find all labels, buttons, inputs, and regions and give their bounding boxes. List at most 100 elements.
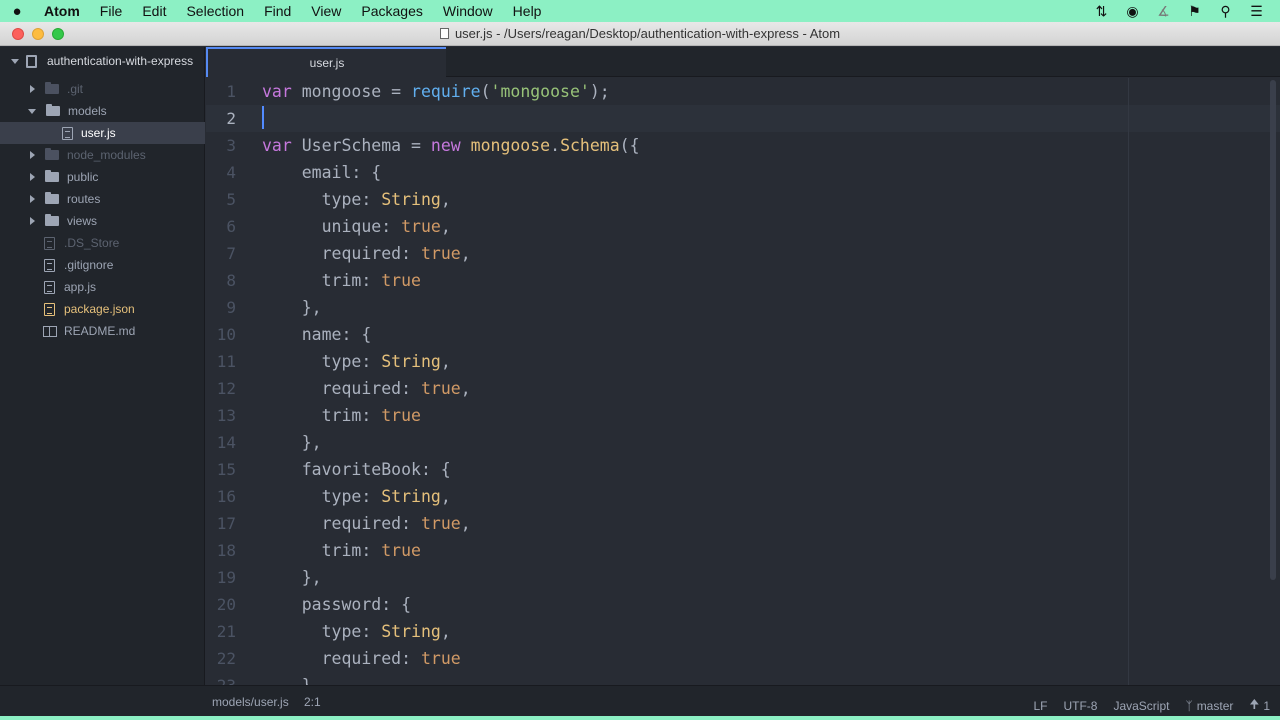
status-cursor-position[interactable]: 2:1	[304, 695, 321, 709]
tree-item-readme[interactable]: README.md	[0, 320, 205, 342]
text-cursor	[262, 106, 264, 129]
code-line[interactable]: email: {	[262, 159, 381, 186]
menu-edit[interactable]: Edit	[132, 0, 176, 22]
code-line[interactable]: },	[262, 429, 322, 456]
tree-item-label: .gitignore	[64, 258, 114, 272]
status-grammar[interactable]: JavaScript	[1113, 699, 1169, 713]
tree-item-package-json[interactable]: package.json	[0, 298, 205, 320]
menu-window[interactable]: Window	[433, 0, 503, 22]
chevron-down-icon[interactable]	[11, 58, 19, 64]
line-number: 23	[206, 672, 236, 685]
eye-icon[interactable]: ◉	[1117, 3, 1148, 20]
vertical-scrollbar[interactable]	[1270, 80, 1276, 580]
status-file-path[interactable]: models/user.js	[212, 695, 289, 709]
wrap-guide	[1128, 78, 1129, 685]
code-line[interactable]: trim: true	[262, 267, 421, 294]
status-push-count[interactable]: 1	[1263, 699, 1270, 713]
line-number: 6	[226, 217, 236, 236]
tree-item-git[interactable]: .git	[0, 78, 205, 100]
code-line[interactable]: var UserSchema = new mongoose.Schema({	[262, 132, 640, 159]
code-line[interactable]: required: true	[262, 645, 461, 672]
line-number: 5	[226, 190, 236, 209]
bluetooth-icon[interactable]: ∡	[1148, 3, 1179, 20]
tree-item-app-js[interactable]: app.js	[0, 276, 205, 298]
menu-file[interactable]: File	[90, 0, 133, 22]
line-number: 8	[226, 271, 236, 290]
status-line-ending[interactable]: LF	[1033, 699, 1047, 713]
tab-user-js[interactable]: user.js	[206, 47, 446, 77]
code-line[interactable]: }	[262, 672, 312, 685]
tree-item-node-modules[interactable]: node_modules	[0, 144, 205, 166]
menu-packages[interactable]: Packages	[351, 0, 432, 22]
tree-item-label: .git	[67, 82, 84, 96]
line-number: 22	[216, 649, 236, 668]
status-bar: models/user.js 2:1 LF UTF-8 JavaScript ᛉ…	[0, 685, 1280, 716]
code-line[interactable]: required: true,	[262, 510, 471, 537]
tree-item-public[interactable]: public	[0, 166, 205, 188]
tree-item-user-js[interactable]: user.js	[0, 122, 205, 144]
line-number: 15	[216, 460, 236, 479]
menu-find[interactable]: Find	[254, 0, 301, 22]
menu-bar: ● Atom File Edit Selection Find View Pac…	[0, 0, 1280, 22]
folder-icon	[46, 104, 60, 116]
chevron-right-icon[interactable]	[30, 195, 35, 203]
apple-menu-icon[interactable]: ●	[0, 3, 34, 20]
tree-item-views[interactable]: views	[0, 210, 205, 232]
flag-icon[interactable]: ⚑	[1179, 3, 1210, 20]
line-number: 4	[226, 163, 236, 182]
line-number: 12	[216, 379, 236, 398]
folder-icon	[45, 82, 59, 94]
code-line[interactable]: var mongoose = require('mongoose');	[262, 78, 610, 105]
tree-item-gitignore[interactable]: .gitignore	[0, 254, 205, 276]
chevron-right-icon[interactable]	[30, 173, 35, 181]
line-number: 2	[226, 109, 236, 128]
list-icon[interactable]: ☰	[1241, 3, 1272, 20]
tree-item-models[interactable]: models	[0, 100, 205, 122]
chevron-right-icon[interactable]	[30, 217, 35, 225]
branch-icon: ᛉ	[1185, 698, 1193, 713]
menu-selection[interactable]: Selection	[176, 0, 254, 22]
code-line[interactable]: favoriteBook: {	[262, 456, 451, 483]
sync-icon[interactable]: ⇅	[1086, 3, 1117, 20]
code-line[interactable]: trim: true	[262, 402, 421, 429]
code-line[interactable]: unique: true,	[262, 213, 451, 240]
line-number: 1	[226, 82, 236, 101]
code-line[interactable]: type: String,	[262, 348, 451, 375]
document-icon	[439, 28, 449, 39]
code-line[interactable]: type: String,	[262, 186, 451, 213]
tree-root-label: authentication-with-express	[47, 54, 194, 68]
tree-item-routes[interactable]: routes	[0, 188, 205, 210]
search-icon[interactable]: ⚲	[1210, 3, 1241, 20]
chevron-right-icon[interactable]	[30, 85, 35, 93]
code-line[interactable]: },	[262, 294, 322, 321]
tree-item-label: routes	[67, 192, 101, 206]
code-line[interactable]: required: true,	[262, 375, 471, 402]
chevron-down-icon[interactable]	[28, 108, 36, 114]
code-line[interactable]: trim: true	[262, 537, 421, 564]
code-line[interactable]: required: true,	[262, 240, 471, 267]
line-number: 14	[216, 433, 236, 452]
chevron-right-icon[interactable]	[30, 151, 35, 159]
menu-atom[interactable]: Atom	[34, 0, 90, 22]
menu-help[interactable]: Help	[503, 0, 552, 22]
code-line[interactable]: password: {	[262, 591, 411, 618]
tree-item-ds-store[interactable]: .DS_Store	[0, 232, 205, 254]
code-editor[interactable]: 1 2 3 4 5 6 7 8 9 10 11 12 13 14 15 16 1…	[206, 78, 1280, 685]
code-line[interactable]: name: {	[262, 321, 372, 348]
tree-item-label: app.js	[64, 280, 97, 294]
file-icon	[44, 302, 55, 316]
menu-view[interactable]: View	[301, 0, 351, 22]
tree-item-label: public	[67, 170, 99, 184]
code-line[interactable]: type: String,	[262, 483, 451, 510]
folder-icon	[45, 192, 59, 204]
status-encoding[interactable]: UTF-8	[1063, 699, 1097, 713]
tree-root[interactable]: authentication-with-express	[0, 47, 205, 75]
tree-view: authentication-with-express .git models …	[0, 47, 205, 685]
code-line[interactable]: },	[262, 564, 322, 591]
folder-icon	[45, 170, 59, 182]
window-title: user.js - /Users/reagan/Desktop/authenti…	[0, 26, 1280, 41]
code-line[interactable]: type: String,	[262, 618, 451, 645]
status-branch[interactable]: master	[1197, 699, 1234, 713]
folder-icon	[45, 214, 59, 226]
line-number: 19	[216, 568, 236, 587]
